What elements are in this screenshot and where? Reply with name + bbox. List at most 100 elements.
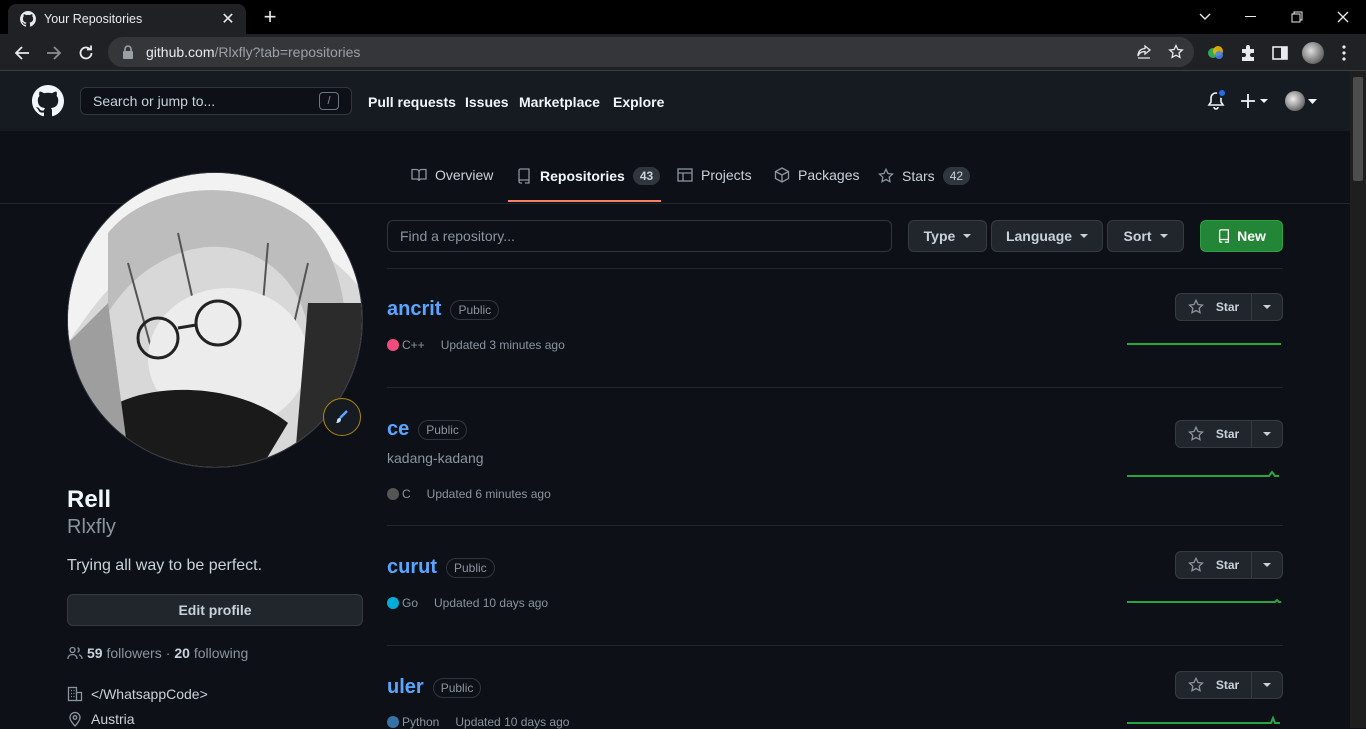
repo-language: C++ xyxy=(402,338,425,352)
side-panel-icon[interactable] xyxy=(1270,43,1290,63)
tab-search-icon[interactable] xyxy=(1182,0,1228,34)
star-label: Star xyxy=(1215,678,1240,692)
sort-label: Sort xyxy=(1123,228,1152,244)
package-icon xyxy=(774,167,790,183)
followers-count: 59 xyxy=(87,645,103,661)
type-filter-label: Type xyxy=(923,228,956,244)
language-color-dot xyxy=(387,488,399,500)
user-avatar[interactable] xyxy=(1285,91,1305,111)
repo-description: kadang-kadang xyxy=(387,450,484,466)
star-button[interactable]: Star xyxy=(1175,551,1283,579)
repo-updated: Updated 6 minutes ago xyxy=(426,487,551,501)
star-action[interactable]: Star xyxy=(1176,294,1252,320)
lock-icon[interactable] xyxy=(122,45,134,59)
tab-projects[interactable]: Projects xyxy=(677,167,752,183)
browser-tab-title: Your Repositories xyxy=(44,12,143,26)
scrollbar-thumb[interactable] xyxy=(1353,77,1363,181)
page-scrollbar[interactable] xyxy=(1350,71,1366,728)
reload-icon[interactable] xyxy=(72,39,100,67)
star-list-dropdown[interactable] xyxy=(1252,294,1282,320)
star-list-dropdown[interactable] xyxy=(1252,552,1282,578)
edit-profile-button[interactable]: Edit profile xyxy=(67,594,363,626)
star-icon xyxy=(878,168,894,183)
stars-count-badge: 42 xyxy=(942,167,971,185)
share-icon[interactable] xyxy=(1136,44,1152,60)
people-icon xyxy=(67,646,83,660)
star-list-dropdown[interactable] xyxy=(1252,672,1282,698)
sort-button[interactable]: Sort xyxy=(1107,220,1184,252)
tab-overview[interactable]: Overview xyxy=(411,167,493,183)
new-repository-button[interactable]: New xyxy=(1200,220,1283,252)
repo-link[interactable]: ancrit xyxy=(387,298,441,321)
star-icon xyxy=(1187,677,1204,692)
profile-login: Rlxfly xyxy=(67,516,116,538)
url-path: /Rlxfly?tab=repositories xyxy=(214,44,361,60)
chevron-down-icon xyxy=(1263,563,1271,567)
tab-stars-label: Stars xyxy=(902,168,935,184)
star-action[interactable]: Star xyxy=(1176,421,1252,447)
tab-overview-label: Overview xyxy=(435,167,494,183)
repo-meta: C++ Updated 3 minutes ago xyxy=(387,338,565,352)
repo-link[interactable]: ce xyxy=(387,418,409,441)
organization-icon xyxy=(67,686,83,702)
nav-marketplace[interactable]: Marketplace xyxy=(519,94,600,110)
nav-explore[interactable]: Explore xyxy=(613,94,664,110)
repo-link[interactable]: uler xyxy=(387,676,424,699)
github-header: Search or jump to... / Pull requests Iss… xyxy=(0,71,1350,131)
close-tab-icon[interactable]: ✕ xyxy=(220,9,236,29)
following-link[interactable]: 20 following xyxy=(174,645,248,661)
chevron-down-icon xyxy=(1263,683,1271,687)
tab-repositories[interactable]: Repositories 43 xyxy=(516,167,661,185)
set-status-button[interactable] xyxy=(323,398,361,436)
profile-avatar[interactable] xyxy=(67,172,363,468)
repositories-count-badge: 43 xyxy=(632,167,661,185)
repo-icon xyxy=(518,168,530,184)
browser-profile-avatar[interactable] xyxy=(1302,42,1324,64)
repo-item-ancrit: ancrit Public xyxy=(387,298,500,321)
find-repository-input[interactable]: Find a repository... xyxy=(387,220,892,252)
minimize-icon[interactable] xyxy=(1228,0,1274,34)
activity-sparkline xyxy=(1127,598,1281,603)
github-logo-icon[interactable] xyxy=(32,85,64,117)
visibility-badge: Public xyxy=(418,419,467,440)
type-filter-button[interactable]: Type xyxy=(908,220,987,252)
star-list-dropdown[interactable] xyxy=(1252,421,1282,447)
nav-pull-requests[interactable]: Pull requests xyxy=(368,94,456,110)
tab-packages[interactable]: Packages xyxy=(774,167,859,183)
restore-icon[interactable] xyxy=(1274,0,1320,34)
location-pin-icon xyxy=(69,711,81,727)
create-new-plus-icon[interactable] xyxy=(1241,93,1271,109)
nav-issues[interactable]: Issues xyxy=(465,94,509,110)
star-icon xyxy=(1187,426,1204,441)
star-button[interactable]: Star xyxy=(1175,293,1283,321)
language-color-dot xyxy=(387,339,399,351)
new-button-label: New xyxy=(1237,228,1266,244)
browser-tab[interactable]: Your Repositories ✕ xyxy=(8,4,246,34)
back-icon[interactable] xyxy=(8,39,36,67)
search-shortcut-key: / xyxy=(319,92,339,110)
star-button[interactable]: Star xyxy=(1175,671,1283,699)
location-text: Austria xyxy=(91,711,135,727)
close-window-icon[interactable] xyxy=(1320,0,1366,34)
new-tab-icon[interactable]: + xyxy=(256,6,284,30)
repo-meta: C Updated 6 minutes ago xyxy=(387,487,551,501)
star-action[interactable]: Star xyxy=(1176,552,1252,578)
extensions-puzzle-icon[interactable] xyxy=(1238,43,1258,63)
language-filter-button[interactable]: Language xyxy=(991,220,1103,252)
global-search-input[interactable]: Search or jump to... / xyxy=(80,87,352,115)
star-action[interactable]: Star xyxy=(1176,672,1252,698)
repo-language: Python xyxy=(402,715,440,729)
followers-link[interactable]: 59 followers xyxy=(87,645,162,661)
bookmark-star-icon[interactable] xyxy=(1168,44,1184,60)
forward-icon[interactable] xyxy=(40,39,68,67)
extension-colorful-icon[interactable] xyxy=(1206,43,1226,63)
user-menu-caret-icon[interactable] xyxy=(1308,99,1317,105)
repo-link[interactable]: curut xyxy=(387,556,437,579)
tab-stars[interactable]: Stars 42 xyxy=(878,167,971,185)
visibility-badge: Public xyxy=(432,677,482,698)
star-button[interactable]: Star xyxy=(1175,420,1283,448)
address-bar[interactable]: github.com/Rlxfly?tab=repositories xyxy=(108,37,1194,67)
activity-sparkline xyxy=(1127,470,1279,477)
browser-menu-icon[interactable] xyxy=(1334,43,1354,63)
repo-updated: Updated 3 minutes ago xyxy=(440,338,565,352)
